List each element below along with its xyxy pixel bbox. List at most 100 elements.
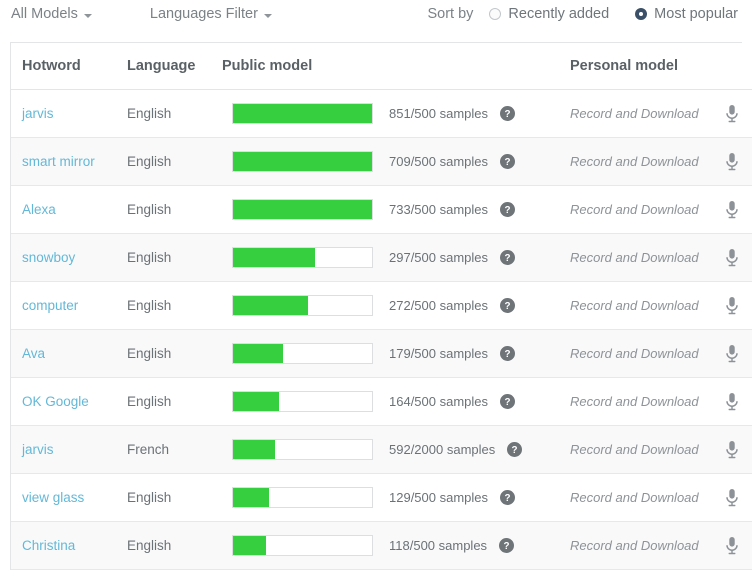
microphone-icon[interactable] <box>724 392 740 412</box>
cell-personal-model: Record and Download <box>570 186 752 234</box>
hotword-link[interactable]: smart mirror <box>22 154 95 169</box>
progress-bar-fill <box>233 104 372 123</box>
help-circle-icon[interactable]: ? <box>500 154 515 169</box>
svg-text:?: ? <box>504 541 510 552</box>
cell-public-model: 733/500 samples? <box>222 186 570 234</box>
record-and-download-link[interactable]: Record and Download <box>570 106 699 121</box>
hotword-link[interactable]: snowboy <box>22 250 75 265</box>
microphone-icon[interactable] <box>724 248 740 268</box>
cell-language: English <box>127 378 222 426</box>
table-row: computerEnglish272/500 samples?Record an… <box>11 282 752 330</box>
hotword-link[interactable]: Ava <box>22 346 45 361</box>
sort-option-recently-added[interactable]: Recently added <box>489 6 609 22</box>
sample-count-label: 129/500 samples <box>389 490 488 505</box>
cell-public-model: 272/500 samples? <box>222 282 570 330</box>
hotword-link[interactable]: jarvis <box>22 106 54 121</box>
sample-count-label: 733/500 samples <box>389 202 488 217</box>
cell-public-model: 164/500 samples? <box>222 378 570 426</box>
microphone-icon[interactable] <box>724 440 740 460</box>
table-body: jarvis English 851/500 samples? Record and … <box>11 90 752 570</box>
svg-text:?: ? <box>512 445 518 456</box>
microphone-icon[interactable] <box>724 536 740 556</box>
microphone-icon[interactable] <box>724 200 740 220</box>
cell-public-model: 129/500 samples? <box>222 474 570 522</box>
progress-bar <box>232 247 373 268</box>
all-models-dropdown[interactable]: All Models <box>11 6 92 22</box>
cell-language: English <box>127 186 222 234</box>
svg-text:?: ? <box>505 397 511 408</box>
sort-option-most-popular[interactable]: Most popular <box>635 6 738 22</box>
cell-personal-model: Record and Download <box>570 282 752 330</box>
record-and-download-link[interactable]: Record and Download <box>570 394 699 409</box>
all-models-dropdown-label: All Models <box>11 6 78 22</box>
help-circle-icon[interactable]: ? <box>500 490 515 505</box>
microphone-icon[interactable] <box>724 296 740 316</box>
help-circle-icon[interactable]: ? <box>500 298 515 313</box>
sort-option-recently-added-label: Recently added <box>508 6 609 22</box>
hotword-link[interactable]: Alexa <box>22 202 56 217</box>
hotword-link[interactable]: computer <box>22 298 78 313</box>
help-circle-icon[interactable]: ? <box>499 538 514 553</box>
cell-personal-model: Record and Download <box>570 90 752 138</box>
cell-public-model: 592/2000 samples? <box>222 426 570 474</box>
cell-hotword: jarvis <box>11 426 127 474</box>
microphone-icon[interactable] <box>724 104 740 124</box>
table-row: smart mirrorEnglish709/500 samples?Recor… <box>11 138 752 186</box>
svg-text:?: ? <box>505 205 511 216</box>
svg-text:?: ? <box>505 349 511 360</box>
radio-recently-added[interactable] <box>489 8 501 20</box>
svg-text:?: ? <box>505 493 511 504</box>
cell-hotword: snowboy <box>11 234 127 282</box>
help-circle-icon[interactable]: ? <box>500 346 515 361</box>
svg-text:?: ? <box>505 157 511 168</box>
hotword-link[interactable]: OK Google <box>22 394 89 409</box>
progress-bar <box>232 295 373 316</box>
cell-hotword: smart mirror <box>11 138 127 186</box>
sample-count-label: 592/2000 samples <box>389 442 495 457</box>
hotword-link[interactable]: view glass <box>22 490 84 505</box>
svg-text:?: ? <box>505 301 511 312</box>
hotword-link[interactable]: jarvis <box>22 442 54 457</box>
radio-most-popular[interactable] <box>635 8 647 20</box>
progress-bar <box>232 343 373 364</box>
record-and-download-link[interactable]: Record and Download <box>570 250 699 265</box>
help-circle-icon[interactable]: ? <box>500 250 515 265</box>
table-row: jarvis English 851/500 samples? Record and … <box>11 90 752 138</box>
record-and-download-link[interactable]: Record and Download <box>570 538 699 553</box>
progress-bar <box>232 199 373 220</box>
sample-count-label: 851/500 samples <box>389 106 488 121</box>
cell-language: English <box>127 234 222 282</box>
table-row: jarvisFrench592/2000 samples?Record and … <box>11 426 752 474</box>
table-row: view glassEnglish129/500 samples?Record … <box>11 474 752 522</box>
record-and-download-link[interactable]: Record and Download <box>570 298 699 313</box>
microphone-icon[interactable] <box>724 488 740 508</box>
record-and-download-link[interactable]: Record and Download <box>570 346 699 361</box>
sample-count-label: 709/500 samples <box>389 154 488 169</box>
record-and-download-link[interactable]: Record and Download <box>570 154 699 169</box>
record-and-download-link[interactable]: Record and Download <box>570 442 699 457</box>
hotword-link[interactable]: Christina <box>22 538 75 553</box>
sort-option-most-popular-label: Most popular <box>654 6 738 22</box>
help-circle-icon[interactable]: ? <box>507 442 522 457</box>
cell-personal-model: Record and Download <box>570 378 752 426</box>
microphone-icon[interactable] <box>724 152 740 172</box>
sample-count-label: 272/500 samples <box>389 298 488 313</box>
progress-bar-fill <box>233 152 372 171</box>
microphone-icon[interactable] <box>724 344 740 364</box>
languages-filter-dropdown[interactable]: Languages Filter <box>150 6 272 22</box>
record-and-download-link[interactable]: Record and Download <box>570 490 699 505</box>
progress-bar <box>232 103 373 124</box>
help-circle-icon[interactable]: ? <box>500 394 515 409</box>
progress-bar-fill <box>233 440 275 459</box>
help-circle-icon[interactable]: ? <box>500 202 515 217</box>
cell-language: English <box>127 90 222 138</box>
sample-count-label: 164/500 samples <box>389 394 488 409</box>
cell-personal-model: Record and Download <box>570 426 752 474</box>
cell-public-model: 297/500 samples? <box>222 234 570 282</box>
cell-hotword: computer <box>11 282 127 330</box>
progress-bar-fill <box>233 344 283 363</box>
cell-personal-model: Record and Download <box>570 522 752 570</box>
progress-bar <box>232 535 373 556</box>
record-and-download-link[interactable]: Record and Download <box>570 202 699 217</box>
help-circle-icon[interactable]: ? <box>500 106 515 121</box>
